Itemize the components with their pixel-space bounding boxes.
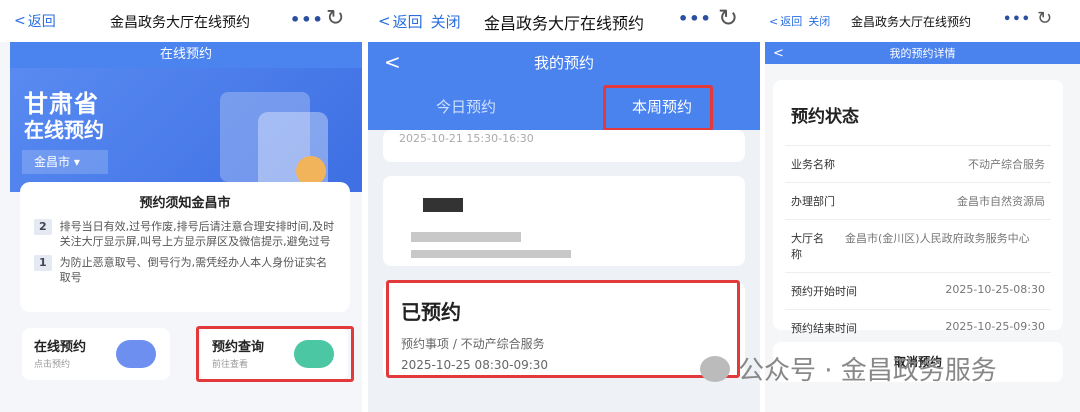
hero-title-online: 在线预约: [24, 118, 104, 142]
back-label: 返回: [780, 15, 803, 28]
city-select[interactable]: 金昌市 ▾: [22, 150, 108, 174]
row-value: 金昌市自然资源局: [957, 195, 1045, 208]
notice-item: 2 排号当日有效,过号作废,排号后请注意合理安排时间,及时关注大厅显示屏,叫号上方…: [34, 219, 336, 249]
home-panel: < 返回 金昌政务大厅在线预约 ••• ↻ 在线预约 甘肃省 在线预约 金昌市 ▾…: [0, 0, 362, 412]
hero-subtitle: 在线预约: [10, 42, 362, 68]
nav-bar: < 返回 关闭 金昌政务大厅在线预约 ••• ↻: [765, 0, 1080, 42]
more-dots-icon[interactable]: •••: [678, 9, 712, 28]
row-key: 大厅名称: [791, 232, 824, 261]
notice-number: 1: [34, 255, 52, 271]
detail-card: 预约状态 业务名称 不动产综合服务 办理部门 金昌市自然资源局 大厅名称 金昌市(金川…: [773, 80, 1063, 335]
back-button[interactable]: < 返回: [378, 11, 423, 32]
page-title: 金昌政务大厅在线预约: [851, 15, 972, 29]
online-booking-card[interactable]: 在线预约 点击预约: [22, 328, 170, 380]
chevron-left-icon: <: [14, 13, 26, 29]
chevron-left-icon: <: [769, 14, 779, 28]
highlight-box: [603, 85, 713, 131]
page-title: 金昌政务大厅在线预约: [110, 15, 250, 31]
back-label: 返回: [27, 14, 56, 30]
notice-title: 预约须知金昌市: [139, 196, 231, 211]
detail-row: 大厅名称 金昌市(金川区)人民政府政务服务中心: [785, 219, 1051, 272]
row-value: 2025-10-25-09:30: [945, 320, 1045, 333]
section-title: 预约状态: [791, 107, 859, 127]
tab-today[interactable]: 今日预约: [368, 82, 564, 130]
detail-row: 预约结束时间 2025-10-25-09:30: [785, 309, 1051, 346]
chevron-left-icon[interactable]: <: [384, 50, 401, 74]
chevron-left-icon: <: [378, 12, 391, 30]
refresh-icon[interactable]: ↻: [718, 4, 738, 32]
notice-text: 为防止恶意取号、倒号行为,需凭经办人本人身份证实名取号: [59, 256, 328, 284]
watermark: 公众号 · 金昌政务服务: [700, 350, 997, 387]
notice-number: 2: [34, 219, 52, 235]
detail-row: 业务名称 不动产综合服务: [785, 145, 1051, 182]
booking-card-partial[interactable]: 2025-10-21 15:30-16:30: [383, 130, 745, 162]
refresh-icon[interactable]: ↻: [1037, 8, 1052, 29]
refresh-icon[interactable]: ↻: [326, 6, 344, 31]
row-key: 预约结束时间: [791, 322, 857, 335]
sub-header: < 我的预约: [368, 42, 760, 82]
redacted-text: [423, 198, 463, 212]
nav-bar: < 返回 关闭 金昌政务大厅在线预约 ••• ↻: [368, 0, 760, 42]
row-key: 业务名称: [791, 158, 835, 171]
row-value: 2025-10-25-08:30: [945, 283, 1045, 296]
more-dots-icon[interactable]: •••: [1003, 12, 1031, 27]
notice-item: 1 为防止恶意取号、倒号行为,需凭经办人本人身份证实名取号: [34, 255, 336, 285]
sub-header-title: 我的预约详情: [889, 47, 956, 60]
watermark-text: 公众号 · 金昌政务服务: [738, 356, 997, 386]
close-button[interactable]: 关闭: [808, 13, 830, 29]
hero-banner: 在线预约 甘肃省 在线预约 金昌市 ▾: [10, 42, 362, 192]
redacted-text: [411, 250, 571, 258]
page-title: 金昌政务大厅在线预约: [484, 14, 645, 33]
row-value: 金昌市(金川区)人民政府政务服务中心: [845, 232, 1030, 245]
back-button[interactable]: < 返回: [14, 11, 56, 31]
more-dots-icon[interactable]: •••: [290, 10, 324, 29]
wechat-icon: [700, 355, 730, 382]
row-key: 预约开始时间: [791, 285, 857, 298]
notice-text: 排号当日有效,过号作废,排号后请注意合理安排时间,及时关注大厅显示屏,叫号上方显…: [59, 220, 335, 248]
calendar-icon: [116, 340, 156, 368]
row-key: 办理部门: [791, 195, 835, 208]
close-button[interactable]: 关闭: [431, 11, 461, 32]
booking-time: 2025-10-21 15:30-16:30: [399, 132, 534, 145]
chevron-left-icon[interactable]: <: [773, 46, 784, 61]
sub-header: < 我的预约详情: [765, 42, 1080, 64]
notice-card: 预约须知金昌市 2 排号当日有效,过号作废,排号后请注意合理安排时间,及时关注大厅…: [20, 182, 350, 312]
back-button[interactable]: < 返回: [769, 13, 802, 29]
detail-row: 预约开始时间 2025-10-25-08:30: [785, 272, 1051, 309]
highlight-box: [386, 280, 740, 378]
booking-card-blurred[interactable]: [383, 176, 745, 266]
back-label: 返回: [392, 12, 423, 31]
detail-row: 办理部门 金昌市自然资源局: [785, 182, 1051, 219]
highlight-box: [196, 326, 354, 382]
redacted-text: [411, 232, 521, 242]
nav-bar: < 返回 金昌政务大厅在线预约 ••• ↻: [0, 0, 362, 42]
row-value: 不动产综合服务: [968, 158, 1045, 171]
sub-header-title: 我的预约: [533, 53, 594, 72]
